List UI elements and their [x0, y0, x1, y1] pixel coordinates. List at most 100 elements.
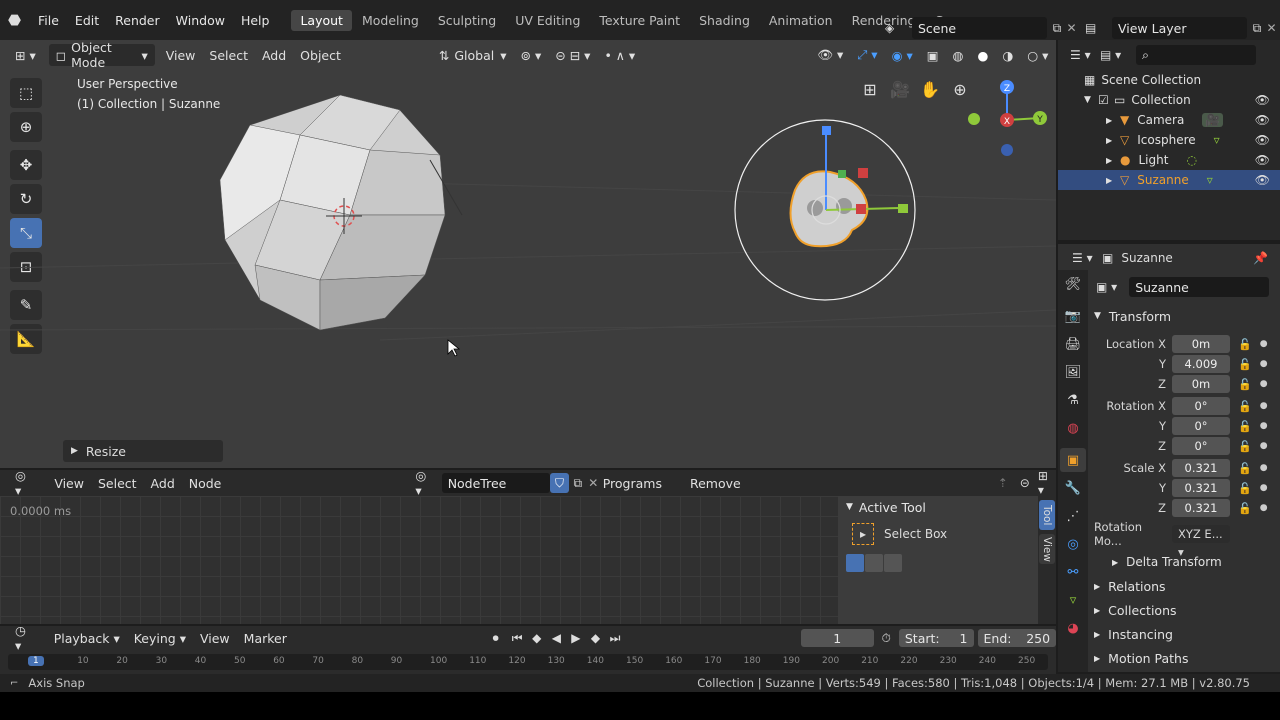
physics-tab-icon[interactable]: ◎: [1060, 532, 1086, 556]
location-x-field[interactable]: 0m: [1172, 335, 1230, 353]
collections-header[interactable]: ▶ Collections: [1090, 598, 1280, 622]
tree-item-collection[interactable]: ▼ ☑ ▭ Collection 👁: [1058, 90, 1280, 110]
visibility-eye-icon[interactable]: 👁: [1255, 113, 1270, 127]
data-tab-icon[interactable]: ▿: [1060, 588, 1086, 612]
motion-paths-header[interactable]: ▶ Motion Paths: [1090, 646, 1280, 670]
lock-icon[interactable]: 🔓: [1238, 338, 1252, 351]
lock-icon[interactable]: 🔓: [1238, 420, 1252, 433]
snap-icon[interactable]: ⊝: [1020, 476, 1030, 490]
expand-arrow-icon[interactable]: ▶: [1106, 156, 1120, 165]
keyframe-dot-icon[interactable]: ●: [1260, 503, 1268, 513]
keyframe-dot-icon[interactable]: ●: [1260, 339, 1268, 349]
keyframe-dot-icon[interactable]: ●: [1260, 441, 1268, 451]
properties-editor[interactable]: ☰ ▾ ▣ Suzanne 📌 🛠 📷 🖨 🖼 ⚗ ◍ ▣ 🔧 ⋰ ◎ ⚯ ▿ …: [1058, 244, 1280, 672]
world-tab-icon[interactable]: ◍: [1060, 416, 1086, 440]
display-mode-icon[interactable]: ▤ ▾: [1100, 48, 1136, 62]
lock-icon[interactable]: 🔓: [1238, 482, 1252, 495]
view-layer-selector[interactable]: ▤ View Layer ⧉ ✕: [1085, 16, 1280, 40]
editor-type-icon[interactable]: ◷ ▾: [8, 623, 43, 653]
fake-user-shield-icon[interactable]: ⛉: [550, 473, 569, 493]
scene-selector[interactable]: ◈ Scene ⧉ ✕: [885, 16, 1080, 40]
close-icon[interactable]: ✕: [1067, 21, 1080, 35]
scale-z-field[interactable]: 0.321: [1172, 499, 1230, 517]
visibility-eye-icon[interactable]: 👁: [1255, 133, 1270, 147]
jump-keyframe-forward-icon[interactable]: ◆: [586, 631, 606, 645]
scale-y-field[interactable]: 0.321: [1172, 479, 1230, 497]
location-y-field[interactable]: 4.009: [1172, 355, 1230, 373]
tree-item-icosphere[interactable]: ▶ ▽ Icosphere ▿ 👁: [1058, 130, 1280, 150]
tab-shading[interactable]: Shading: [690, 10, 759, 31]
expand-arrow-icon[interactable]: ▶: [1106, 116, 1120, 125]
menu-view[interactable]: View: [193, 627, 237, 649]
tree-item-scene-collection[interactable]: ▦ Scene Collection: [1058, 70, 1280, 90]
menu-render[interactable]: Render: [107, 13, 168, 28]
stopwatch-icon[interactable]: ⏱: [882, 631, 891, 646]
outliner-search-field[interactable]: ⌕: [1136, 45, 1256, 65]
start-frame-field[interactable]: Start: 1: [898, 629, 974, 647]
tree-item-suzanne[interactable]: ▶ ▽ Suzanne ▿ 👁: [1058, 170, 1280, 190]
modifier-tab-icon[interactable]: 🔧: [1060, 476, 1086, 500]
rotation-y-field[interactable]: 0°: [1172, 417, 1230, 435]
rotation-mode-dropdown[interactable]: XYZ E... ▾: [1172, 525, 1230, 559]
checkbox-icon[interactable]: ☑: [1098, 93, 1114, 107]
menu-select[interactable]: Select: [91, 472, 144, 494]
tab-sculpting[interactable]: Sculpting: [429, 10, 505, 31]
object-name-field[interactable]: Suzanne: [1129, 277, 1270, 297]
new-scene-icon[interactable]: ⧉: [1047, 21, 1066, 36]
tab-view[interactable]: View: [1039, 534, 1055, 564]
editor-type-icon[interactable]: ◎ ▾: [8, 470, 41, 498]
relations-header[interactable]: ▶ Relations: [1090, 574, 1280, 598]
lock-icon[interactable]: 🔓: [1238, 502, 1252, 515]
playback-menu[interactable]: Playback ▾: [47, 627, 127, 649]
3d-viewport[interactable]: ⊞ ▾ ◻ Object Mode ▾ View Select Add Obje…: [0, 40, 1056, 468]
menu-add[interactable]: Add: [144, 472, 182, 494]
end-frame-field[interactable]: End: 250: [977, 629, 1057, 647]
tab-animation[interactable]: Animation: [760, 10, 842, 31]
rotation-z-field[interactable]: 0°: [1172, 437, 1230, 455]
lock-icon[interactable]: 🔓: [1238, 462, 1252, 475]
visibility-eye-icon[interactable]: 👁: [1255, 153, 1270, 167]
tab-layout[interactable]: Layout: [291, 9, 352, 31]
tree-item-light[interactable]: ▶ ● Light ◌ 👁: [1058, 150, 1280, 170]
lock-icon[interactable]: 🔓: [1238, 378, 1252, 391]
new-view-layer-icon[interactable]: ⧉: [1247, 21, 1266, 36]
location-z-field[interactable]: 0m: [1172, 375, 1230, 393]
timeline[interactable]: ◷ ▾ Playback ▾ Keying ▾ View Marker ⏺ ⏮ …: [0, 623, 1057, 674]
duplicate-icon[interactable]: ⧉: [569, 476, 587, 491]
expand-arrow-icon[interactable]: ▼: [1084, 95, 1098, 105]
keyframe-dot-icon[interactable]: ●: [1260, 401, 1268, 411]
tab-tool[interactable]: Tool: [1039, 500, 1055, 530]
select-new-icon[interactable]: [846, 554, 864, 572]
tab-uv-editing[interactable]: UV Editing: [506, 10, 589, 31]
current-frame-field[interactable]: 1: [800, 629, 874, 647]
expand-arrow-icon[interactable]: ▶: [1106, 176, 1120, 185]
view-layer-tab-icon[interactable]: 🖼: [1060, 360, 1086, 384]
last-operator-panel[interactable]: ▶ Resize: [63, 440, 223, 462]
node-tree-field[interactable]: NodeTree: [441, 473, 551, 493]
visibility-eye-icon[interactable]: 👁: [1255, 173, 1270, 187]
frame-ruler[interactable]: 1 10 20 30 40 50 60 70 80 90 100 110 120 130 140 150 160…: [8, 654, 1048, 670]
jump-start-icon[interactable]: ⏮: [507, 631, 527, 646]
menu-window[interactable]: Window: [168, 13, 233, 28]
tool-tab-icon[interactable]: 🛠: [1060, 272, 1086, 296]
node-editor[interactable]: ◎ ▾ View Select Add Node ◎ ▾ NodeTree ⛉ …: [0, 470, 1056, 624]
lock-icon[interactable]: 🔓: [1238, 400, 1252, 413]
output-tab-icon[interactable]: 🖨: [1060, 332, 1086, 356]
delta-transform-header[interactable]: ▶ Delta Transform: [1090, 550, 1280, 574]
remove-button[interactable]: Remove: [683, 472, 748, 494]
jump-end-icon[interactable]: ⏭: [605, 631, 625, 646]
lock-icon[interactable]: 🔓: [1238, 440, 1252, 453]
icosphere-mesh[interactable]: [219, 94, 463, 331]
record-icon[interactable]: ⏺: [484, 631, 507, 646]
rotation-x-field[interactable]: 0°: [1172, 397, 1230, 415]
editor-type-icon[interactable]: ☰ ▾: [1072, 251, 1102, 265]
node-canvas[interactable]: 0.0000 ms: [0, 496, 838, 624]
menu-node[interactable]: Node: [182, 472, 229, 494]
programs-button[interactable]: Programs: [596, 472, 669, 494]
material-tab-icon[interactable]: ◕: [1060, 616, 1086, 640]
constraints-tab-icon[interactable]: ⚯: [1060, 560, 1086, 584]
editor-type-icon[interactable]: ☰ ▾: [1070, 48, 1100, 62]
keying-menu[interactable]: Keying ▾: [127, 627, 193, 649]
tree-item-camera[interactable]: ▶ ▼ Camera 🎥 👁: [1058, 110, 1280, 130]
keyframe-dot-icon[interactable]: ●: [1260, 463, 1268, 473]
